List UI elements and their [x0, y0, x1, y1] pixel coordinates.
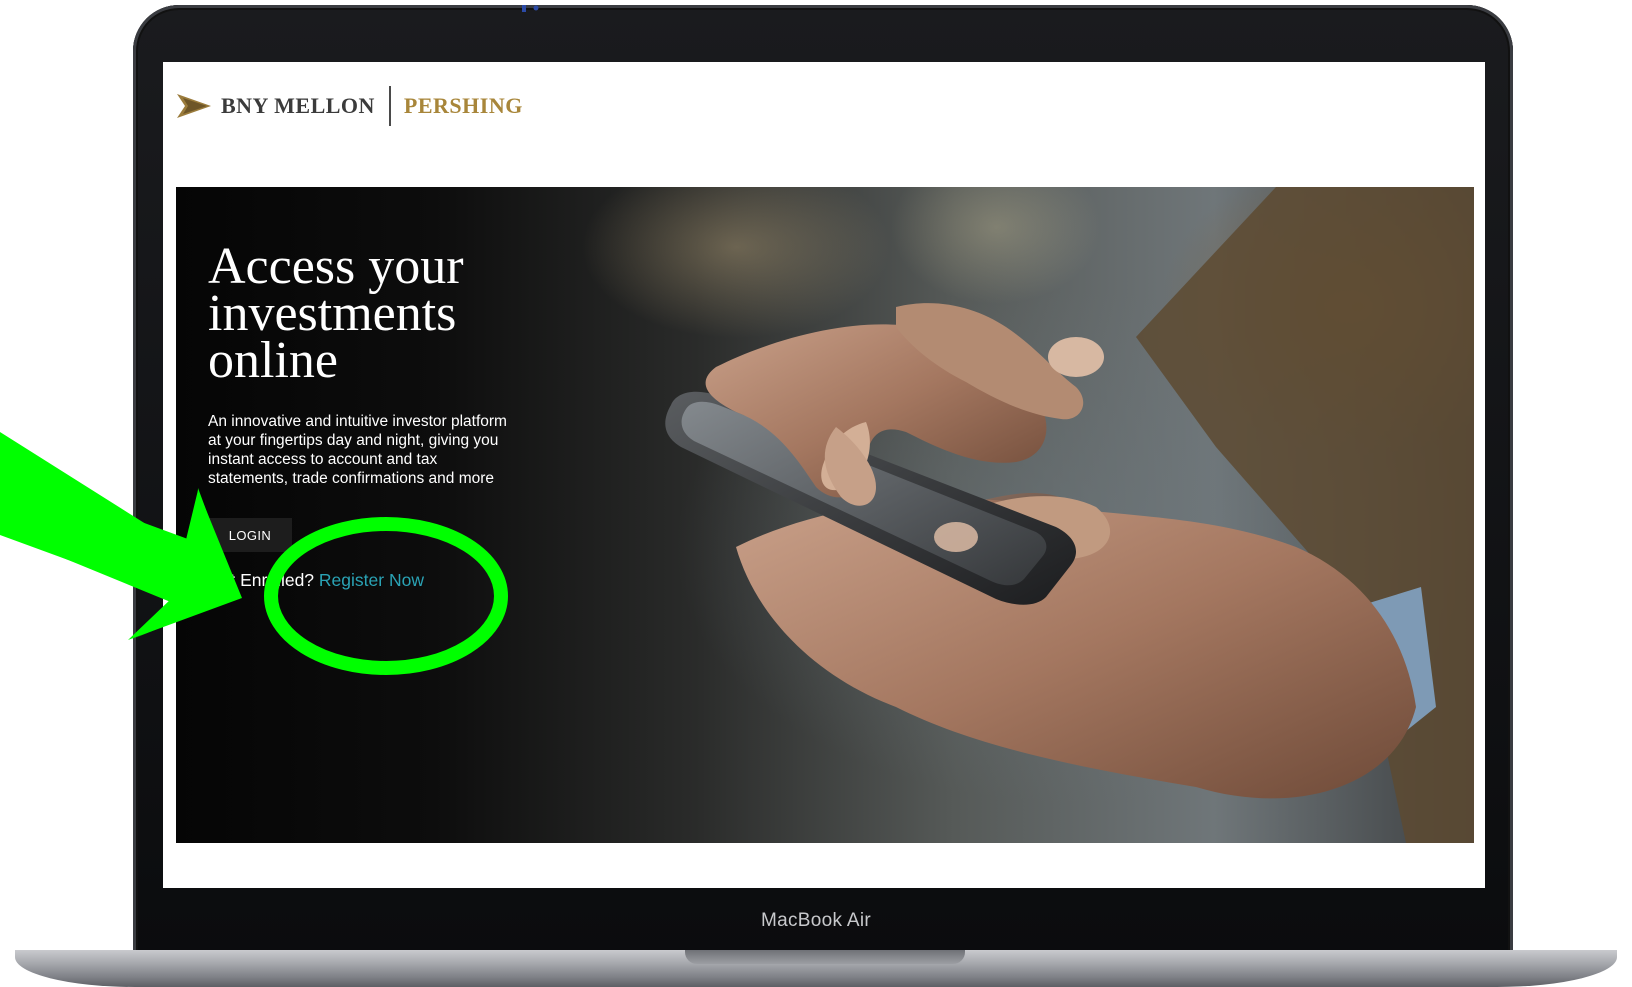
laptop-base-notch	[685, 950, 965, 964]
camera-notch-icon	[522, 5, 539, 12]
bny-mellon-pershing-logo[interactable]: BNY MELLON PERSHING	[177, 86, 523, 126]
logo-pershing-text: PERSHING	[403, 93, 523, 118]
register-now-link[interactable]: Register Now	[319, 570, 424, 590]
enroll-prompt-text: Not Enrolled?	[208, 570, 315, 590]
hero-description: An innovative and intuitive investor pla…	[208, 413, 507, 487]
login-button[interactable]: LOGIN	[208, 518, 292, 552]
bny-chevron-logo-icon	[177, 94, 211, 118]
browser-screen: BNY MELLON PERSHING Access your investme…	[163, 62, 1485, 888]
logo-bny-mellon-text: BNY MELLON	[221, 93, 375, 118]
enroll-prompt-line: Not Enrolled? Register Now	[208, 570, 424, 591]
hero-banner: Access your investments online An innovati…	[176, 187, 1474, 843]
device-label: MacBook Air	[761, 910, 871, 931]
hero-title: Access your investments online	[208, 238, 464, 389]
logo-divider	[388, 86, 391, 126]
